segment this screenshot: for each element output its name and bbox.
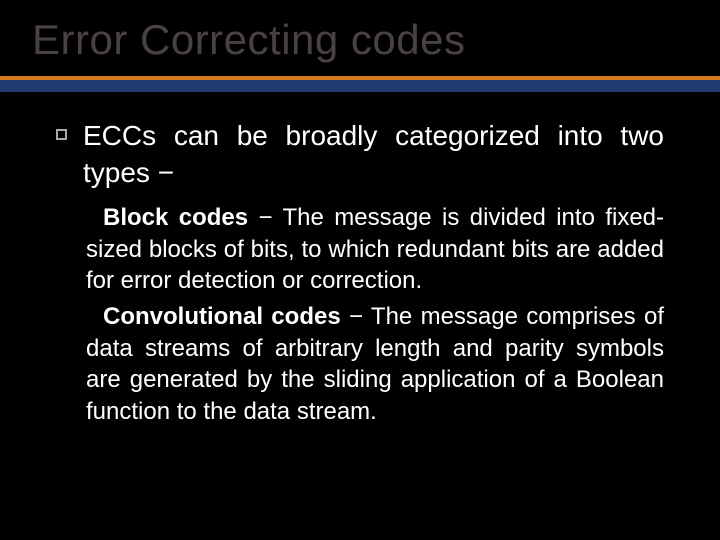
title-rule [0,76,720,92]
bullet-icon [56,129,67,140]
sub-list: Block codes − The message is divided int… [56,202,664,428]
title-area: Error Correcting codes [0,0,720,70]
item-label: Block codes [103,204,248,231]
list-item: Block codes − The message is divided int… [86,202,664,297]
bullet-icon [86,309,99,322]
page-title: Error Correcting codes [32,16,720,70]
item-label: Convolutional codes [103,303,341,330]
body-content: ECCs can be broadly categorized into two… [0,92,720,428]
slide: Error Correcting codes ECCs can be broad… [0,0,720,540]
rule-blue [0,80,720,92]
intro-text: ECCs can be broadly categorized into two… [83,118,664,192]
intro-row: ECCs can be broadly categorized into two… [56,118,664,192]
bullet-icon [86,210,99,223]
list-item: Convolutional codes − The message compri… [86,301,664,428]
